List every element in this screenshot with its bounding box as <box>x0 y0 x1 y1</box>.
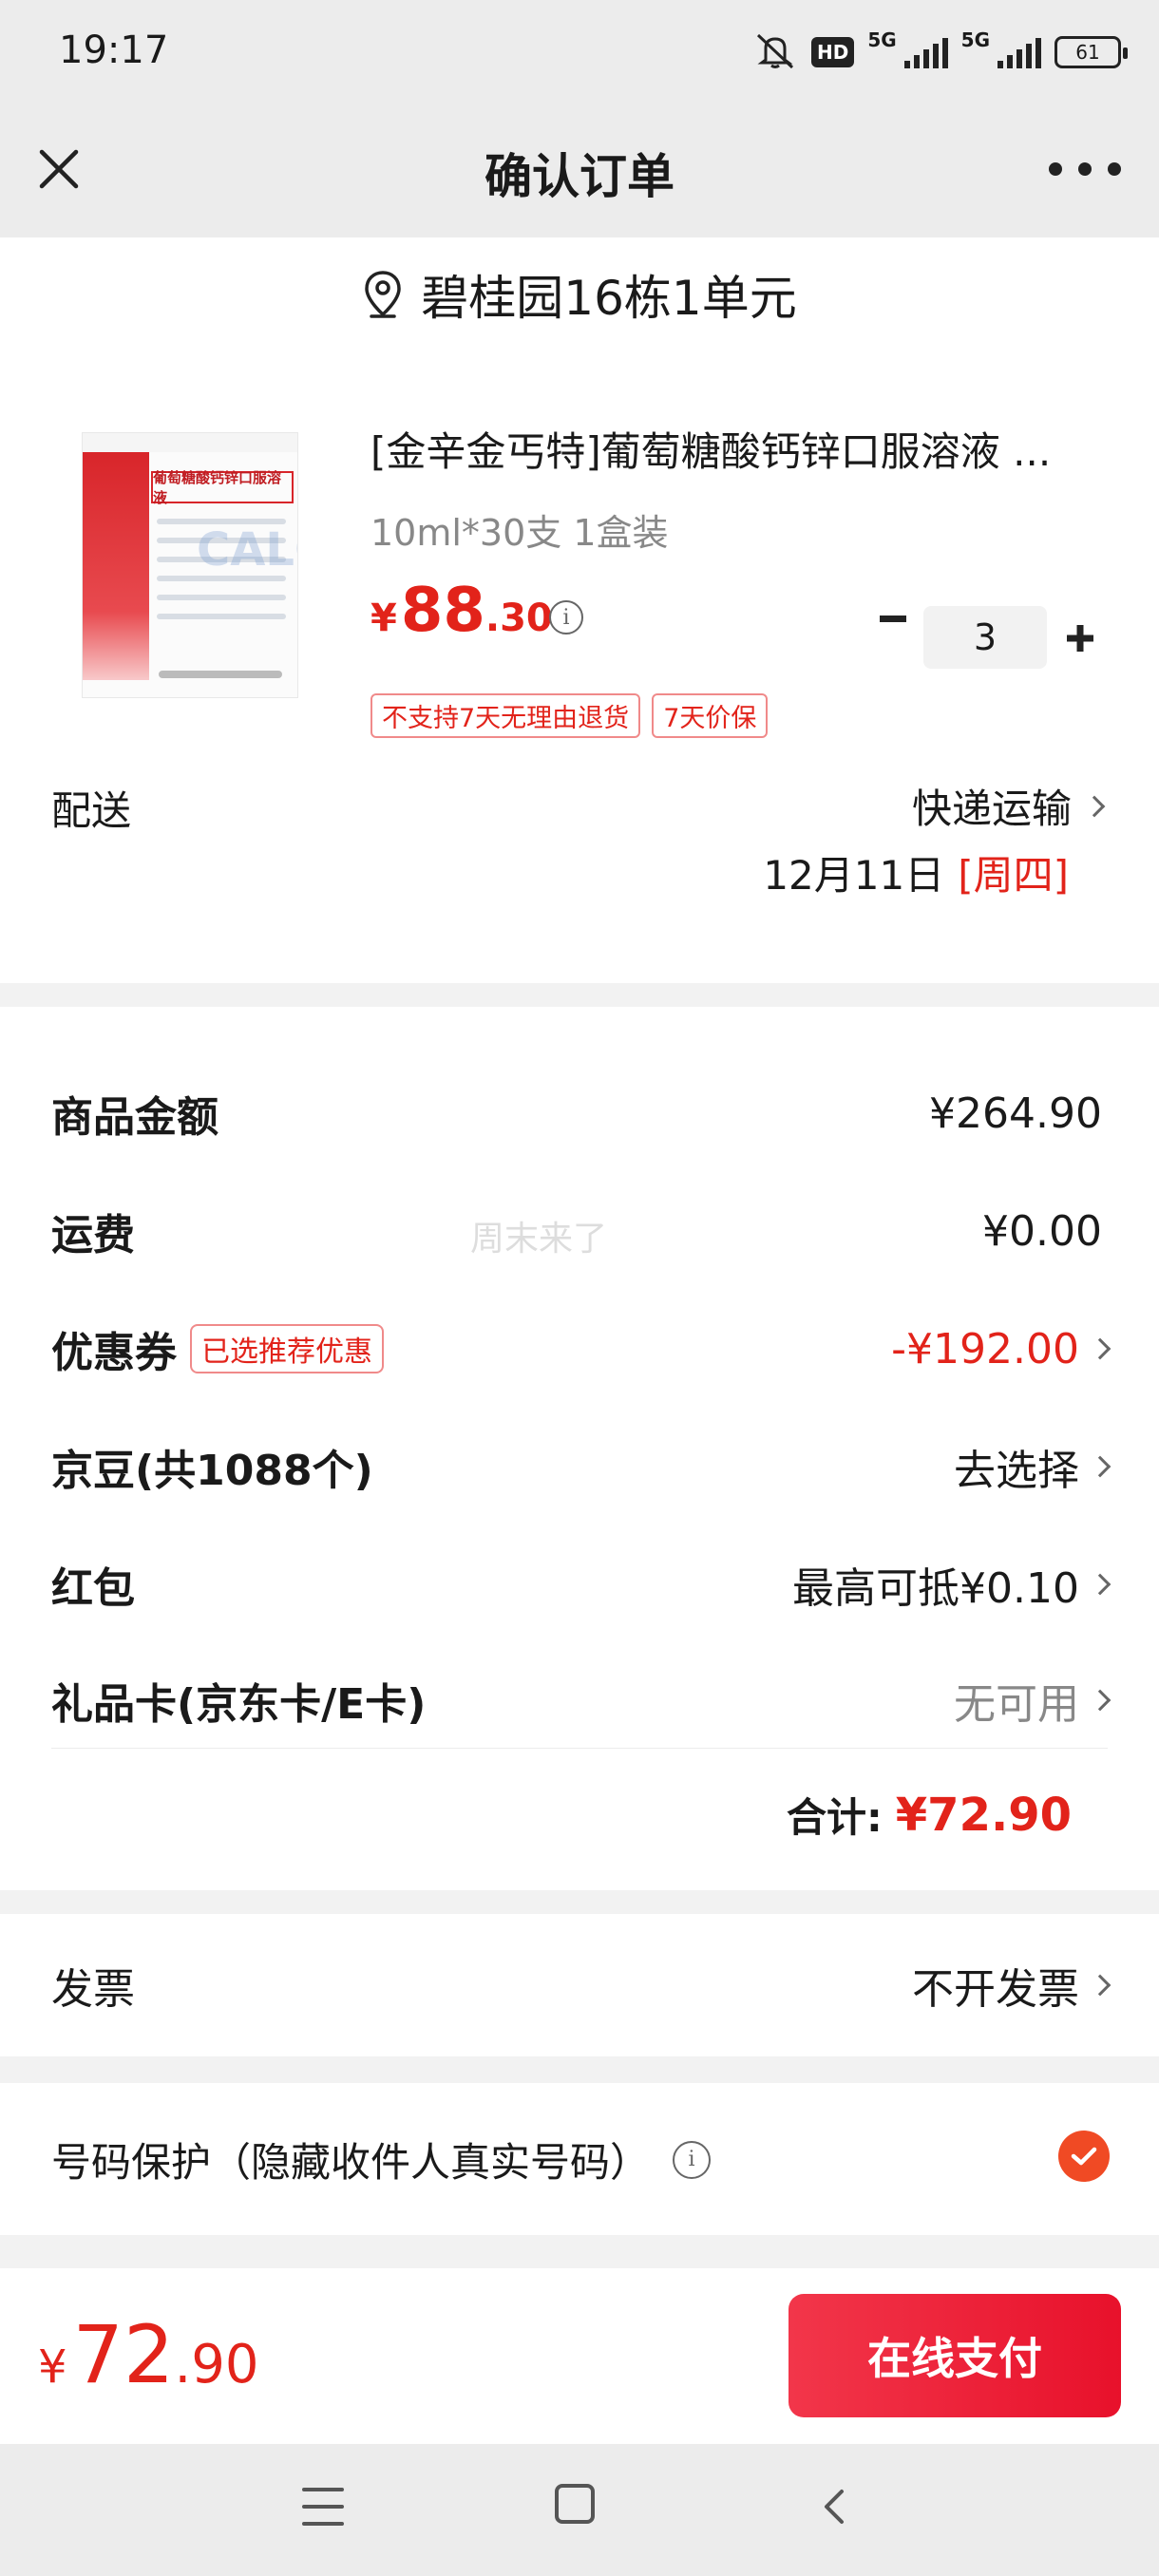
privacy-label-group: 号码保护（隐藏收件人真实号码） i <box>51 2131 712 2188</box>
close-button[interactable] <box>28 139 89 199</box>
jingdou-label: 京豆(共1088个) <box>51 1447 373 1495</box>
invoice-value-group: 不开发票 <box>912 1955 1112 2016</box>
privacy-info-icon[interactable]: i <box>673 2140 712 2179</box>
pay-integer: 72 <box>72 2308 175 2401</box>
system-nav-bar <box>0 2444 1159 2576</box>
jingdou-value-group: 去选择 <box>954 1436 1112 1497</box>
invoice-value: 不开发票 <box>912 1965 1079 2014</box>
goods-amount-row: 商品金额 ¥264.90 <box>51 1075 1102 1151</box>
more-dots-icon <box>1049 162 1062 176</box>
watermark: 周末来了 <box>470 1220 608 1259</box>
mute-vibrate-icon <box>752 31 798 73</box>
summary-divider <box>51 1748 1108 1749</box>
chevron-right-icon <box>1089 1974 1112 1997</box>
price-info-icon[interactable]: i <box>549 600 583 635</box>
checkmark-icon <box>1071 2147 1097 2166</box>
coupon-badge: 已选推荐优惠 <box>190 1324 384 1373</box>
quantity-increase-button[interactable] <box>1059 600 1101 676</box>
chevron-right-icon <box>1089 1573 1112 1596</box>
tag-no-return: 不支持7天无理由退货 <box>370 693 641 738</box>
price-decimal: .30 <box>484 597 553 640</box>
redpacket-label: 红包 <box>51 1564 135 1613</box>
giftcard-value-group: 无可用 <box>954 1670 1112 1731</box>
goods-amount-value: ¥264.90 <box>929 1089 1102 1138</box>
product-spec: 10ml*30支 1盒装 <box>370 512 669 554</box>
summary-card: 商品金额 ¥264.90 运费 ¥0.00 周末来了 优惠券 已选推荐优惠 -¥… <box>0 1007 1159 1890</box>
coupon-row[interactable]: 优惠券 已选推荐优惠 -¥192.00 <box>51 1311 1112 1387</box>
network-type-2: 5G <box>960 28 990 51</box>
redpacket-value-group: 最高可抵¥0.10 <box>792 1554 1112 1615</box>
total-label: 合计: <box>786 1794 883 1841</box>
invoice-row[interactable]: 发票 不开发票 <box>51 1947 1112 2023</box>
back-icon[interactable] <box>815 2488 853 2526</box>
plus-icon <box>1067 625 1093 652</box>
chevron-right-icon <box>1089 1689 1112 1712</box>
privacy-checkbox[interactable] <box>1058 2131 1110 2182</box>
privacy-label: 号码保护（隐藏收件人真实号码） <box>51 2139 651 2186</box>
chevron-right-icon <box>1089 1455 1112 1478</box>
delivery-date: 12月11日 [周四] <box>763 843 1069 901</box>
coupon-value: -¥192.00 <box>891 1324 1079 1373</box>
total-row: 合计: ¥72.90 <box>787 1786 1072 1844</box>
nav-bar: 确认订单 <box>0 104 1159 237</box>
hd-badge: HD <box>810 37 855 67</box>
product-price: ¥ 88 .30 <box>370 576 553 646</box>
giftcard-value: 无可用 <box>954 1680 1079 1729</box>
jingdou-row[interactable]: 京豆(共1088个) 去选择 <box>51 1429 1112 1505</box>
location-pin-icon <box>365 271 402 318</box>
delivery-weekday: [周四] <box>958 852 1069 899</box>
menu-icon[interactable] <box>302 2488 344 2526</box>
pay-amount: ¥ 72 .90 <box>38 2308 259 2401</box>
delivery-method-text: 快递运输 <box>911 786 1072 832</box>
price-integer: 88 <box>400 576 485 646</box>
coupon-label-group: 优惠券 已选推荐优惠 <box>51 1318 384 1379</box>
pay-bar: ¥ 72 .90 在线支付 <box>0 2268 1159 2444</box>
pay-decimal: .90 <box>174 2334 259 2396</box>
product-name[interactable]: [金辛金丐特]葡萄糖酸钙锌口服溶液 ... <box>370 420 1092 478</box>
more-options-button[interactable] <box>1049 139 1121 199</box>
coupon-label: 优惠券 <box>51 1329 177 1377</box>
chevron-right-icon <box>1089 1337 1112 1360</box>
invoice-label: 发票 <box>51 1965 135 2014</box>
close-icon <box>39 149 79 189</box>
delivery-date-text: 12月11日 <box>763 852 945 899</box>
quantity-input[interactable]: 3 <box>923 606 1047 669</box>
product-image[interactable]: 葡萄糖酸钙锌口服溶液 CALC <box>82 432 298 698</box>
page-title: 确认订单 <box>484 149 674 204</box>
coupon-value-group: -¥192.00 <box>891 1324 1112 1373</box>
total-value: ¥72.90 <box>895 1788 1072 1842</box>
network-type-1: 5G <box>867 28 897 51</box>
delivery-method[interactable]: 快递运输 <box>911 777 1106 835</box>
address-text: 碧桂园16栋1单元 <box>421 271 797 326</box>
shipping-label: 运费 <box>51 1211 135 1260</box>
product-tags: 不支持7天无理由退货 7天价保 <box>370 693 769 738</box>
quantity-decrease-button[interactable] <box>874 600 912 638</box>
chevron-right-icon <box>1083 795 1106 817</box>
shipping-value: ¥0.00 <box>982 1206 1102 1256</box>
redpacket-row[interactable]: 红包 最高可抵¥0.10 <box>51 1546 1112 1622</box>
minus-icon <box>880 616 906 622</box>
status-icons: HD 5G 5G 61 <box>752 28 1128 76</box>
tag-price-protect: 7天价保 <box>652 693 769 738</box>
delivery-label: 配送 <box>51 787 132 834</box>
address-bar[interactable]: 碧桂园16栋1单元 <box>0 237 1159 351</box>
jingdou-value: 去选择 <box>954 1447 1079 1495</box>
status-time: 19:17 <box>59 28 169 72</box>
signal-icon-1 <box>903 36 948 68</box>
home-icon[interactable] <box>555 2484 595 2524</box>
invoice-card: 发票 不开发票 <box>0 1914 1159 2056</box>
price-symbol: ¥ <box>370 597 397 640</box>
pay-symbol: ¥ <box>38 2340 67 2394</box>
status-bar: 19:17 HD 5G 5G 61 <box>0 0 1159 104</box>
goods-amount-label: 商品金额 <box>51 1093 218 1142</box>
giftcard-label: 礼品卡(京东卡/E卡) <box>51 1680 427 1729</box>
redpacket-value: 最高可抵¥0.10 <box>792 1564 1079 1613</box>
privacy-card: 号码保护（隐藏收件人真实号码） i <box>0 2083 1159 2235</box>
battery-icon: 61 <box>1054 36 1128 68</box>
signal-icon-2 <box>998 36 1041 68</box>
product-card: 葡萄糖酸钙锌口服溶液 CALC [金辛金丐特]葡萄糖酸钙锌口服溶液 ... 10… <box>0 351 1159 983</box>
online-pay-button[interactable]: 在线支付 <box>788 2294 1121 2417</box>
giftcard-row[interactable]: 礼品卡(京东卡/E卡) 无可用 <box>51 1662 1112 1738</box>
